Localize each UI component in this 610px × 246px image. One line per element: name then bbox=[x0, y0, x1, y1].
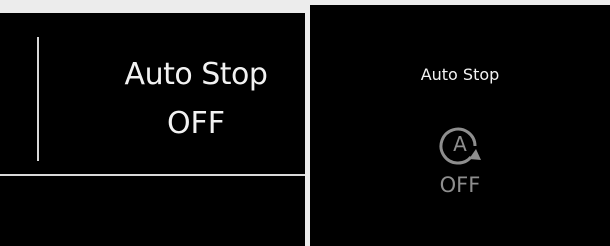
right-display-panel: Auto Stop A OFF bbox=[310, 5, 610, 246]
vertical-divider bbox=[37, 37, 39, 161]
left-display-panel: Auto Stop OFF bbox=[0, 13, 305, 246]
auto-stop-icon: A bbox=[431, 119, 491, 175]
auto-stop-status: OFF bbox=[166, 106, 226, 141]
horizontal-divider bbox=[0, 174, 305, 176]
auto-stop-title: Auto Stop bbox=[420, 65, 500, 84]
auto-stop-icon-letter: A bbox=[453, 132, 467, 156]
auto-stop-status: OFF bbox=[439, 173, 481, 197]
auto-stop-title: Auto Stop bbox=[124, 57, 268, 92]
